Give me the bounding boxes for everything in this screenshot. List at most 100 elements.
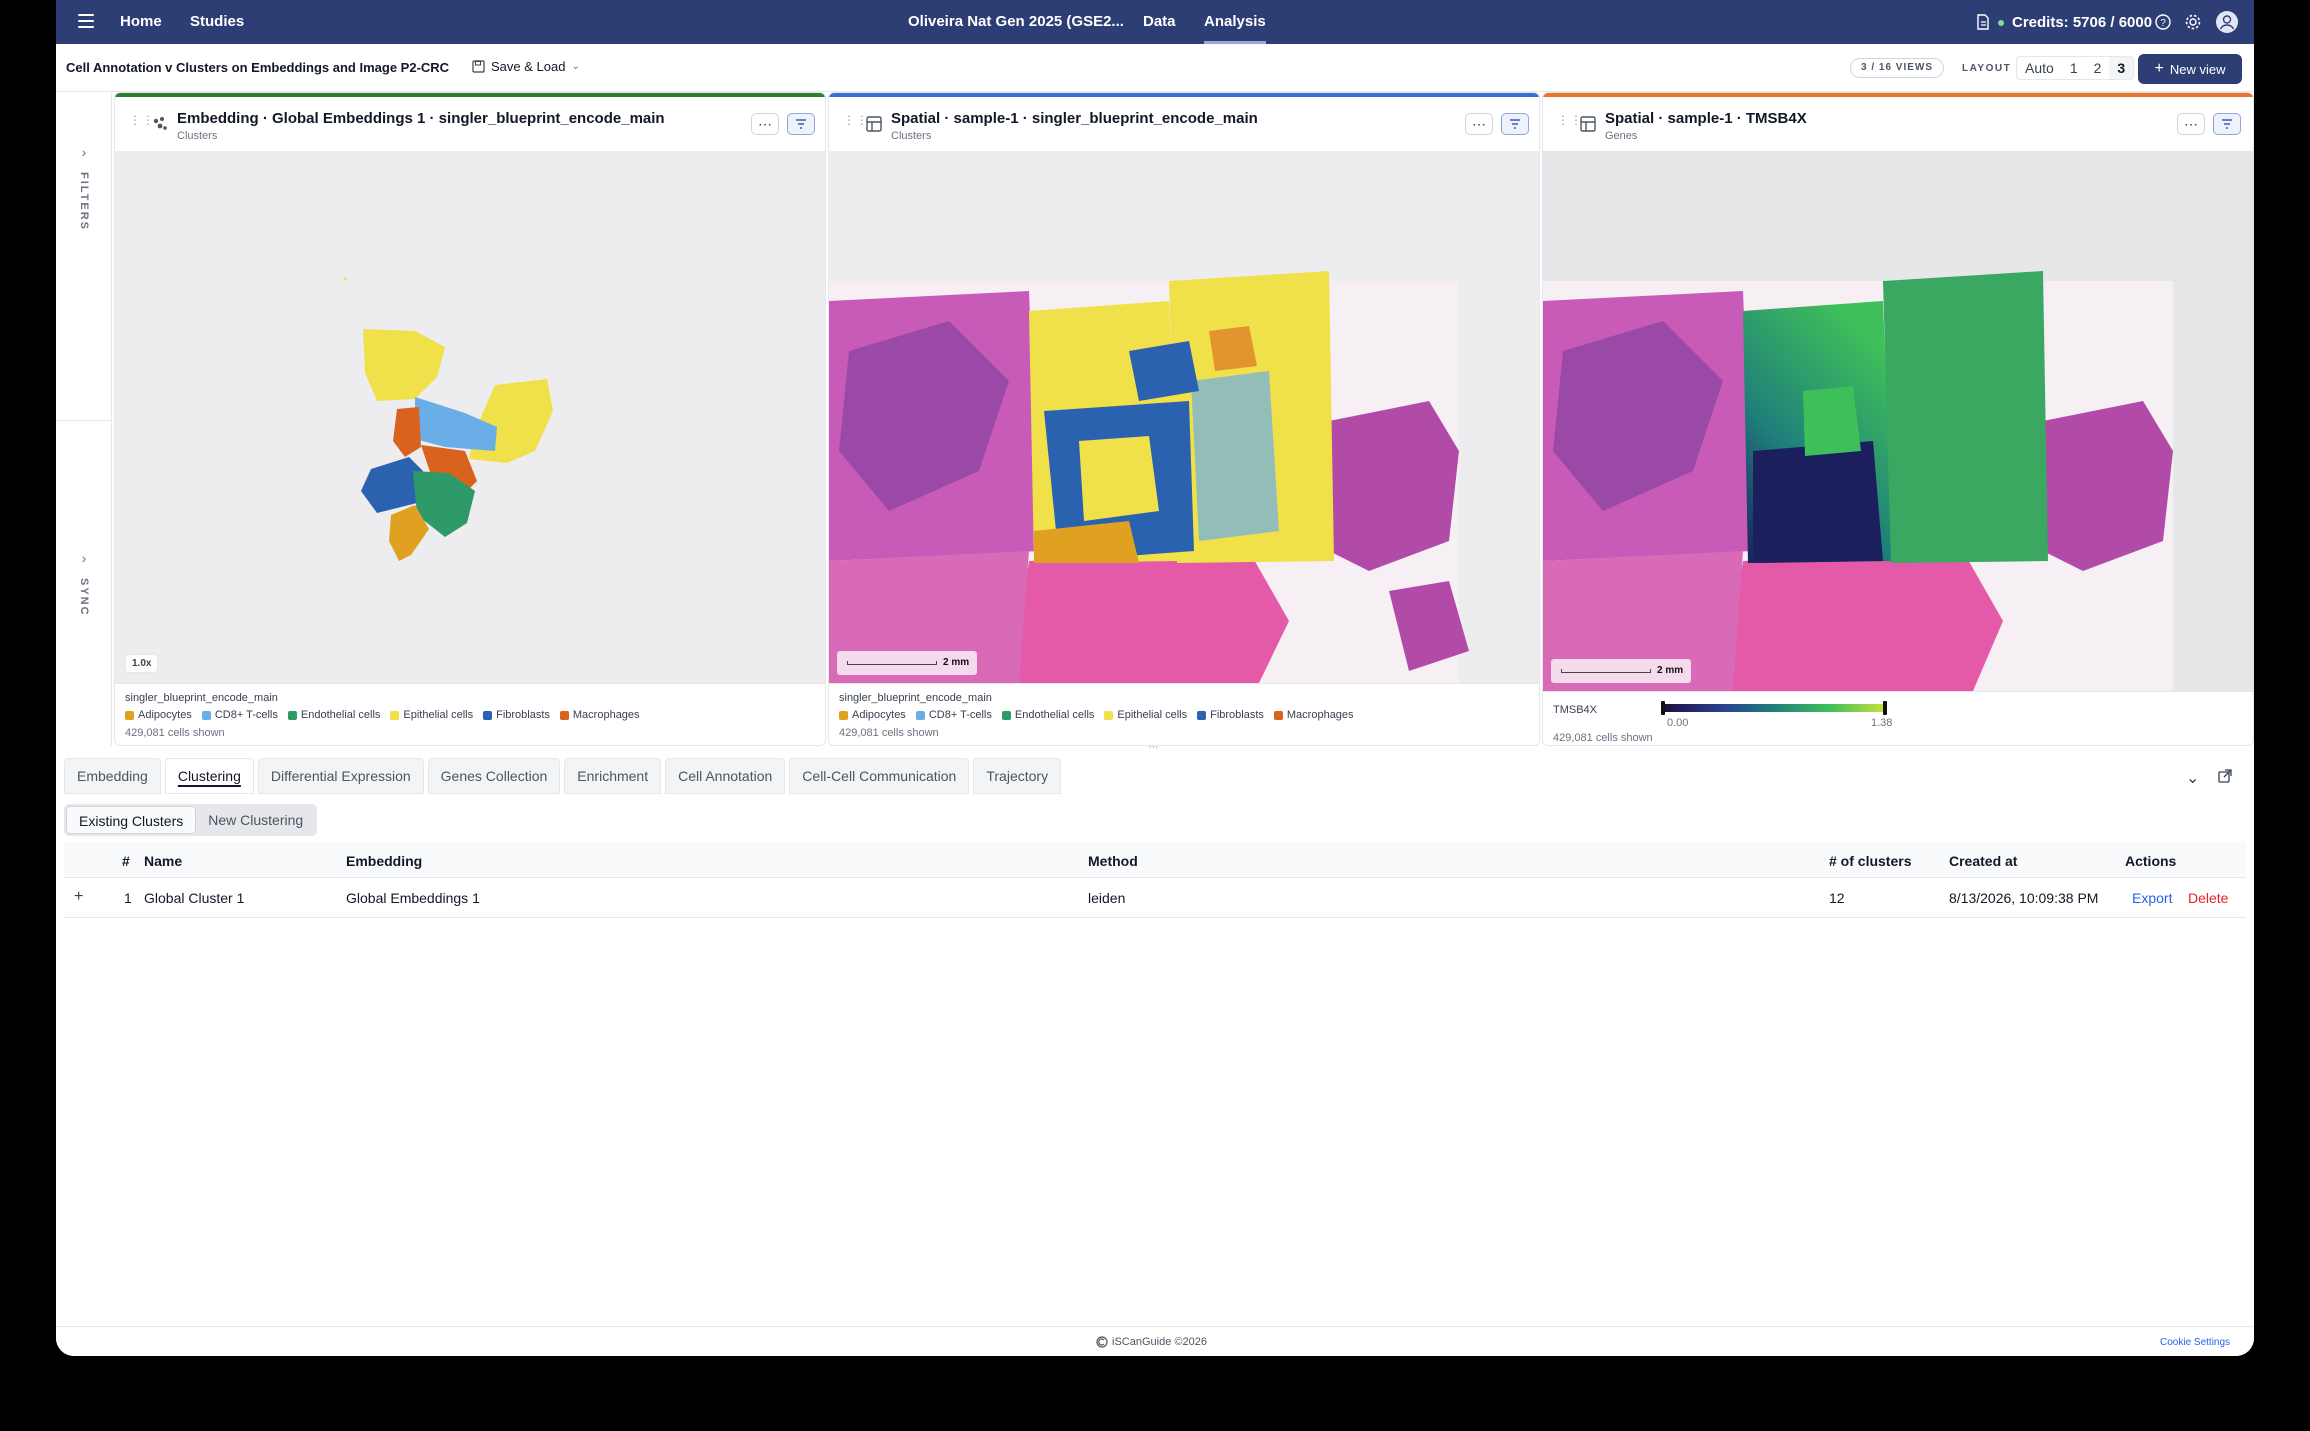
legend-label: Fibroblasts	[496, 709, 550, 721]
legend-item-adipocytes[interactable]: Adipocytes	[839, 709, 906, 721]
legend-label: Endothelial cells	[300, 709, 381, 721]
filter-button[interactable]	[2213, 113, 2241, 135]
layout-option-auto[interactable]: Auto	[2017, 57, 2062, 79]
clusters-table: # Name Embedding Method # of clusters Cr…	[64, 842, 2246, 918]
views-count-badge: 3 / 16 VIEWS	[1850, 58, 1945, 78]
legend-item-endothelial-cells[interactable]: Endothelial cells	[1001, 709, 1094, 721]
nav-home[interactable]: Home	[120, 0, 162, 44]
tab-cell-annotation[interactable]: Cell Annotation	[665, 758, 786, 794]
document-icon[interactable]	[1974, 13, 1992, 31]
panel-title: Spatial · sample-1 · TMSB4X	[1605, 110, 1807, 127]
legend-label: CD8+ T-cells	[928, 709, 992, 721]
user-avatar[interactable]	[2216, 11, 2238, 33]
row-name: Global Cluster 1	[144, 890, 245, 906]
tab-embedding[interactable]: Embedding	[64, 758, 161, 794]
cookie-settings-link[interactable]: Cookie Settings	[2160, 1337, 2230, 1348]
new-clustering-tab[interactable]: New Clustering	[196, 806, 315, 834]
legend-item-fibroblasts[interactable]: Fibroblasts	[1197, 709, 1264, 721]
top-nav: Home Studies Oliveira Nat Gen 2025 (GSE2…	[56, 0, 2254, 44]
legend-item-adipocytes[interactable]: Adipocytes	[125, 709, 192, 721]
legend-swatch	[915, 710, 925, 720]
range-max-label: 1.38	[1871, 717, 1893, 729]
gear-icon[interactable]	[2184, 13, 2202, 31]
drag-handle-icon[interactable]: ⋮⋮	[843, 114, 868, 131]
legend-item-cd8-t-cells[interactable]: CD8+ T-cells	[915, 709, 992, 721]
more-options-button[interactable]: ⋯	[2177, 113, 2205, 135]
save-icon	[472, 60, 485, 73]
tab-trajectory[interactable]: Trajectory	[973, 758, 1062, 794]
legend-item-epithelial-cells[interactable]: Epithelial cells	[1104, 709, 1187, 721]
embedding-plot-canvas[interactable]: 1.0x	[115, 151, 825, 683]
layout-option-1[interactable]: 1	[2062, 57, 2086, 79]
panel-header: ⋮⋮ Embedding · Global Embeddings 1 · sin…	[115, 97, 825, 151]
existing-clusters-tab[interactable]: Existing Clusters	[66, 806, 197, 834]
external-link-icon[interactable]	[2217, 768, 2233, 784]
range-handle-min[interactable]	[1661, 701, 1665, 715]
layout-option-3[interactable]: 3	[2109, 57, 2134, 79]
save-load-button[interactable]: Save & Load ⌄	[472, 59, 580, 74]
menu-icon[interactable]	[78, 14, 94, 28]
legend-item-fibroblasts[interactable]: Fibroblasts	[483, 709, 550, 721]
panel-legend: singler_blueprint_encode_main Adipocytes…	[115, 683, 825, 745]
legend-item-cd8-t-cells[interactable]: CD8+ T-cells	[201, 709, 278, 721]
filter-button[interactable]	[1501, 113, 1529, 135]
legend-swatch	[201, 710, 211, 720]
more-options-button[interactable]: ⋯	[1465, 113, 1493, 135]
table-row: + 1 Global Cluster 1 Global Embeddings 1…	[64, 878, 2246, 918]
clustering-subtabs: Existing Clusters New Clustering	[64, 804, 318, 836]
new-view-button[interactable]: + New view	[2138, 54, 2242, 84]
nav-study-title[interactable]: Oliveira Nat Gen 2025 (GSE2...	[908, 0, 1124, 44]
expand-row-icon[interactable]: +	[74, 888, 83, 906]
tab-cell-cell-communication[interactable]: Cell-Cell Communication	[789, 758, 970, 794]
spatial-gene-view-panel: ⋮⋮ Spatial · sample-1 · TMSB4X Genes ⋯ 2…	[1542, 92, 2254, 746]
legend-item-macrophages[interactable]: Macrophages	[1273, 709, 1354, 721]
delete-link[interactable]: Delete	[2188, 890, 2228, 906]
row-embedding: Global Embeddings 1	[346, 890, 480, 906]
cells-shown-count: 429,081 cells shown	[839, 727, 939, 739]
scale-bar: 2 mm	[837, 651, 977, 675]
tab-differential-expression[interactable]: Differential Expression	[257, 758, 424, 794]
export-link[interactable]: Export	[2132, 890, 2172, 906]
col-created-at: Created at	[1949, 853, 2018, 869]
legend-label: CD8+ T-cells	[214, 709, 278, 721]
help-icon[interactable]: ?	[2154, 13, 2172, 31]
col-actions: Actions	[2125, 853, 2177, 869]
filter-icon	[2222, 119, 2232, 129]
spatial-tissue-canvas[interactable]: 2 mm	[1543, 151, 2253, 691]
drag-handle-icon[interactable]: ⋮⋮	[1557, 114, 1582, 131]
row-num-clusters: 12	[1829, 890, 1845, 906]
layout-option-2[interactable]: 2	[2086, 57, 2110, 79]
range-min-label: 0.00	[1667, 717, 1689, 729]
filter-button[interactable]	[787, 113, 815, 135]
legend-item-endothelial-cells[interactable]: Endothelial cells	[287, 709, 381, 721]
filters-toggle[interactable]: › FILTERS	[70, 144, 98, 231]
plus-icon: +	[2154, 60, 2164, 77]
drag-handle-icon[interactable]: ⋮⋮	[129, 114, 154, 131]
legend-items: Adipocytes CD8+ T-cells Endothelial cell…	[839, 709, 1529, 721]
collapse-chevron-icon[interactable]: ⌄	[2186, 768, 2199, 788]
sync-toggle[interactable]: › SYNC	[70, 550, 98, 617]
legend-swatch	[287, 710, 297, 720]
tab-enrichment[interactable]: Enrichment	[564, 758, 662, 794]
legend-swatch	[483, 710, 493, 720]
nav-studies[interactable]: Studies	[190, 0, 244, 44]
row-index: 1	[124, 890, 132, 906]
spatial-tissue-canvas[interactable]: 2 mm	[829, 151, 1539, 683]
resize-handle[interactable]: ⋯	[1148, 743, 1160, 753]
row-method: leiden	[1088, 890, 1126, 906]
legend-item-epithelial-cells[interactable]: Epithelial cells	[390, 709, 473, 721]
col-method: Method	[1088, 853, 1138, 869]
tissue-image	[829, 271, 1469, 683]
brand-logo-icon	[1096, 1336, 1108, 1348]
legend-item-macrophages[interactable]: Macrophages	[559, 709, 640, 721]
cells-shown-count: 429,081 cells shown	[125, 727, 225, 739]
more-options-button[interactable]: ⋯	[751, 113, 779, 135]
nav-data[interactable]: Data	[1143, 0, 1176, 44]
tab-genes-collection[interactable]: Genes Collection	[427, 758, 561, 794]
tab-clustering[interactable]: Clustering	[164, 758, 254, 794]
legend-swatch	[1273, 710, 1283, 720]
nav-analysis[interactable]: Analysis	[1204, 0, 1266, 44]
footer-copyright: iSCanGuide ©2026	[1112, 1336, 1207, 1348]
col-index: #	[122, 853, 130, 869]
range-handle-max[interactable]	[1883, 701, 1887, 715]
